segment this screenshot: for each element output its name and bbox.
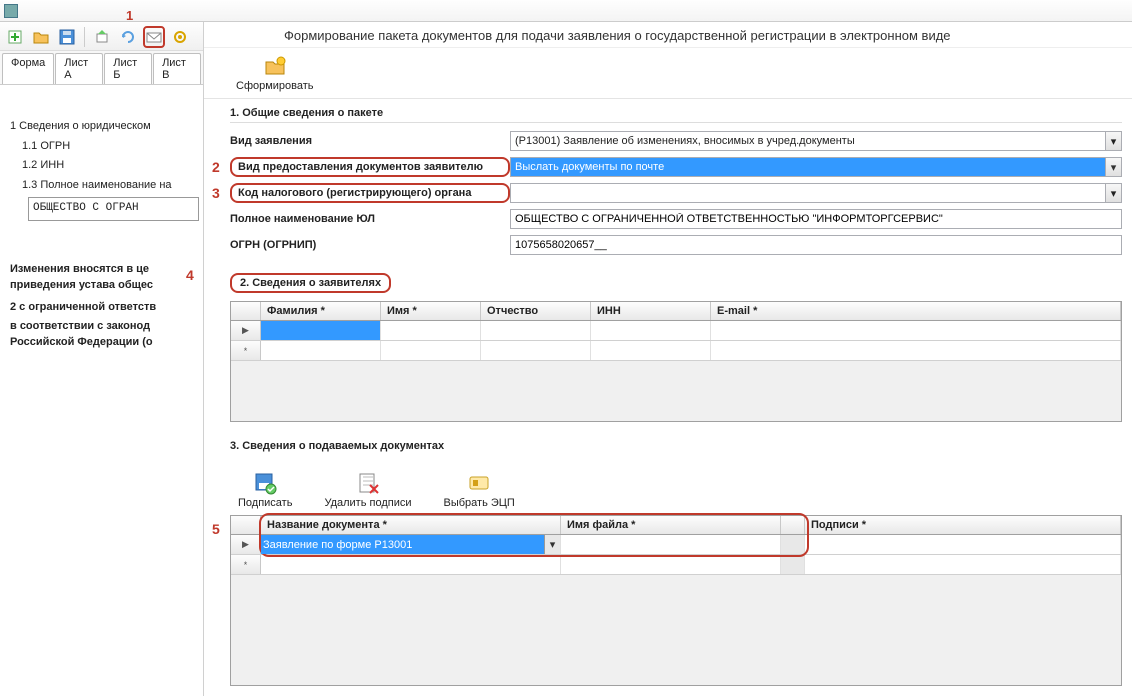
row-indicator: ▶ [231,321,261,340]
section-3-title: 3. Сведения о подаваемых документах [230,440,1122,455]
select-ecp-button[interactable]: Выбрать ЭЦП [438,469,521,511]
cell-patronymic[interactable] [481,321,591,340]
col-filename[interactable]: Имя файла * [561,516,781,534]
tab-forma[interactable]: Форма [2,53,54,84]
tab-listv[interactable]: Лист В [153,53,201,84]
applicants-grid[interactable]: Фамилия * Имя * Отчество ИНН E-mail * ▶ … [230,301,1122,422]
row-indicator-new: * [231,341,261,360]
form-button-label: Сформировать [236,80,314,92]
tree-item[interactable]: 1.3 Полное наименование на [4,176,199,196]
annotation-1: 1 [126,8,133,23]
doc-row-new[interactable]: * [231,555,1121,575]
right-toolbar: Сформировать [204,48,1132,99]
select-app-type[interactable]: (Р13001) Заявление об изменениях, вносим… [510,131,1122,151]
tree: 1 Сведения о юридическом 1.1 ОГРН 1.2 ИН… [0,85,203,363]
label-delivery: Вид предоставления документов заявителю [230,157,510,177]
label-tax-code: Код налогового (регистрирующего) органа [230,183,510,203]
cell-inn[interactable] [591,321,711,340]
row-indicator-new: * [231,555,261,574]
section-2: 4 2. Сведения о заявителях [204,265,1132,301]
section-2-title: 2. Сведения о заявителях [230,273,391,293]
right-pane: Формирование пакета документов для подач… [204,22,1132,696]
new-icon[interactable] [4,26,26,48]
chevron-down-icon[interactable]: ▾ [544,535,560,554]
label-fullname: Полное наименование ЮЛ [230,213,510,225]
cell-filename[interactable] [561,535,781,554]
section-1-title: 1. Общие сведения о пакете [230,107,1122,123]
save-icon[interactable] [56,26,78,48]
titlebar [0,0,1132,22]
documents-grid[interactable]: Название документа * Имя файла * Подписи… [230,515,1122,686]
cell-docname[interactable]: Заявление по форме Р13001 ▾ [261,535,561,554]
cell-name[interactable] [381,321,481,340]
doc-grid-body: ▶ Заявление по форме Р13001 ▾ * [231,535,1121,685]
chevron-down-icon[interactable]: ▾ [1105,132,1121,150]
row-indicator: ▶ [231,535,261,554]
input-fullname[interactable] [510,209,1122,229]
gear-icon[interactable] [169,26,191,48]
col-inn[interactable]: ИНН [591,302,711,320]
doc-grid-header: Название документа * Имя файла * Подписи… [231,516,1121,535]
chevron-down-icon[interactable]: ▾ [1105,184,1121,202]
tree-item[interactable]: 1.2 ИНН [4,156,199,176]
left-toolbar: 1 [0,22,203,51]
input-ogrn[interactable] [510,235,1122,255]
tree-item[interactable]: 1 Сведения о юридическом [4,117,199,137]
grid-body: ▶ * [231,321,1121,421]
grid-row[interactable]: ▶ [231,321,1121,341]
cell-email[interactable] [711,321,1121,340]
annotation-2: 2 [212,159,220,175]
annotation-4: 4 [186,267,194,283]
chevron-down-icon[interactable]: ▾ [1105,158,1121,176]
mail-icon[interactable] [143,26,165,48]
tree-name-box: ОБЩЕСТВО С ОГРАН [28,197,199,221]
doc-toolbar: Подписать Удалить подписи Выбрать ЭЦП [204,465,1132,515]
tree-item[interactable]: 1.1 ОГРН [4,137,199,157]
tree-item[interactable]: 2 с ограниченной ответств [4,298,199,318]
cell-signatures[interactable] [805,535,1121,554]
col-docname[interactable]: Название документа * [261,516,561,534]
select-delivery[interactable]: Выслать документы по почте ▾ [510,157,1122,177]
annotation-5: 5 [212,521,220,537]
col-patronymic[interactable]: Отчество [481,302,591,320]
annotation-3: 3 [212,185,220,201]
col-surname[interactable]: Фамилия * [261,302,381,320]
left-tabs: Форма Лист А Лист Б Лист В [0,51,203,85]
section-1: 1. Общие сведения о пакете Вид заявления… [204,99,1132,265]
open-icon[interactable] [30,26,52,48]
col-indicator [231,516,261,534]
page-title: Формирование пакета документов для подач… [204,22,1132,48]
left-pane: 1 Форма Лист А Лист Б Лист В 1 Сведения … [0,22,204,696]
cell-attach-btn[interactable] [781,535,805,554]
grid-row-new[interactable]: * [231,341,1121,361]
delete-sign-button[interactable]: Удалить подписи [318,469,417,511]
tree-note: в соответствии с законод Российской Феде… [4,318,199,355]
app-icon [4,4,18,18]
col-name[interactable]: Имя * [381,302,481,320]
refresh-icon[interactable] [117,26,139,48]
cell-surname[interactable] [261,321,381,340]
form-button[interactable]: Сформировать [230,52,320,94]
section-3: 3. Сведения о подаваемых документах [204,432,1132,465]
export-icon[interactable] [91,26,113,48]
sign-button[interactable]: Подписать [232,469,298,511]
label-app-type: Вид заявления [230,135,510,147]
tab-lista[interactable]: Лист А [55,53,103,84]
col-signatures[interactable]: Подписи * [805,516,1121,534]
grid-header: Фамилия * Имя * Отчество ИНН E-mail * [231,302,1121,321]
col-email[interactable]: E-mail * [711,302,1121,320]
label-ogrn: ОГРН (ОГРНИП) [230,239,510,251]
sep [84,27,85,47]
tab-listb[interactable]: Лист Б [104,53,152,84]
tree-note: Изменения вносятся в це приведения устав… [4,255,199,298]
select-tax-code[interactable]: ▾ [510,183,1122,203]
doc-row[interactable]: ▶ Заявление по форме Р13001 ▾ [231,535,1121,555]
col-indicator [231,302,261,320]
col-attach [781,516,805,534]
